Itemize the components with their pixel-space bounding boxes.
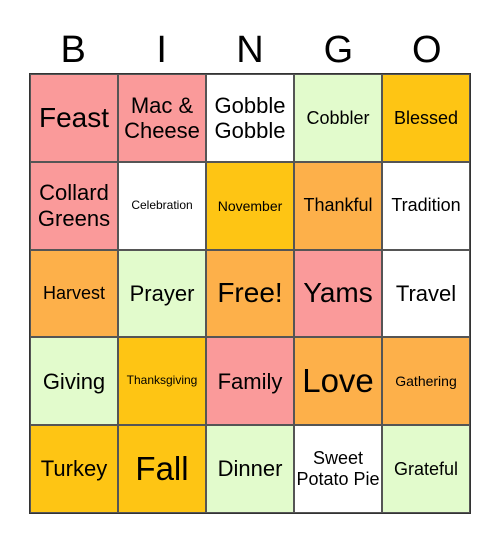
bingo-cell[interactable]: Cobbler: [294, 74, 382, 162]
header-letter-g: G: [323, 29, 354, 71]
header-letter-b: B: [60, 29, 86, 71]
bingo-cell[interactable]: November: [206, 161, 294, 250]
header-letter-o: O: [412, 29, 442, 71]
bingo-cell[interactable]: Dinner: [206, 425, 294, 513]
bingo-cell[interactable]: Harvest: [30, 249, 118, 338]
bingo-cell[interactable]: Gathering: [382, 337, 470, 426]
bingo-cell[interactable]: Thanksgiving: [118, 337, 206, 426]
header-letter-n: N: [236, 29, 264, 71]
bingo-cell[interactable]: Yams: [294, 249, 382, 338]
bingo-cell[interactable]: Gobble Gobble: [206, 74, 294, 162]
bingo-cell[interactable]: Fall: [118, 425, 206, 513]
bingo-cell[interactable]: Celebration: [118, 161, 206, 250]
bingo-cell[interactable]: Thankful: [294, 161, 382, 250]
bingo-cell[interactable]: Giving: [30, 337, 118, 426]
bingo-cell[interactable]: Grateful: [382, 425, 470, 513]
bingo-cell[interactable]: Blessed: [382, 74, 470, 162]
bingo-cell[interactable]: Sweet Potato Pie: [294, 425, 382, 513]
header-letter-i: I: [156, 29, 167, 71]
free-space-cell[interactable]: Free!: [206, 249, 294, 338]
bingo-cell[interactable]: Turkey: [30, 425, 118, 513]
bingo-cell[interactable]: Feast: [30, 74, 118, 162]
bingo-cell[interactable]: Prayer: [118, 249, 206, 338]
bingo-grid: Feast Mac & Cheese Gobble Gobble Cobbler Ble…: [29, 73, 471, 514]
bingo-cell[interactable]: Love: [294, 337, 382, 426]
bingo-cell[interactable]: Mac & Cheese: [118, 74, 206, 162]
bingo-cell[interactable]: Family: [206, 337, 294, 426]
bingo-cell[interactable]: Travel: [382, 249, 470, 338]
bingo-cell[interactable]: Collard Greens: [30, 161, 118, 250]
bingo-header: B I N G O: [29, 28, 471, 73]
bingo-cell[interactable]: Tradition: [382, 161, 470, 250]
